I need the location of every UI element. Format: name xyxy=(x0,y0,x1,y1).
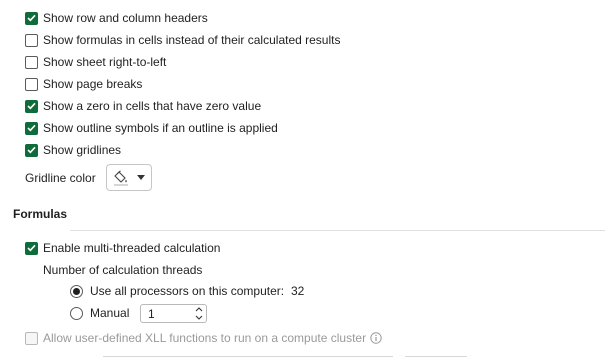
show-zero-label: Show a zero in cells that have zero valu… xyxy=(43,99,262,113)
show-rtl-option[interactable]: Show sheet right-to-left xyxy=(25,53,166,71)
show-formulas-checkbox[interactable] xyxy=(25,33,38,47)
multithreaded-checkbox[interactable] xyxy=(25,241,38,255)
xll-option: Allow user-defined XLL functions to run … xyxy=(25,329,382,347)
show-gridlines-option[interactable]: Show gridlines xyxy=(25,141,121,159)
show-gridlines-label: Show gridlines xyxy=(43,143,122,157)
show-gridlines-checkbox[interactable] xyxy=(25,143,38,157)
show-outline-checkbox[interactable] xyxy=(25,121,38,135)
use-all-processors-radio[interactable] xyxy=(70,284,83,298)
show-zero-checkbox[interactable] xyxy=(25,99,38,113)
gridline-color-label: Gridline color xyxy=(25,171,96,185)
show-headers-checkbox[interactable] xyxy=(25,11,38,25)
show-formulas-option[interactable]: Show formulas in cells instead of their … xyxy=(25,31,340,49)
check-icon xyxy=(27,124,36,132)
use-all-processors-label: Use all processors on this computer: xyxy=(90,284,285,298)
check-icon xyxy=(27,146,36,154)
manual-threads-spinner[interactable]: 1 xyxy=(140,304,207,323)
radio-selected-dot xyxy=(73,287,80,295)
spinner-arrows-icon[interactable] xyxy=(195,306,203,321)
check-icon xyxy=(27,102,36,110)
gridline-color-button[interactable] xyxy=(106,164,152,191)
manual-threads-label: Manual xyxy=(90,306,130,320)
multithreaded-option[interactable]: Enable multi-threaded calculation xyxy=(25,239,220,257)
section-divider xyxy=(70,230,605,231)
manual-threads-option[interactable]: Manual xyxy=(70,304,129,322)
show-page-breaks-label: Show page breaks xyxy=(43,77,143,91)
processor-count: 32 xyxy=(291,284,305,298)
multithreaded-label: Enable multi-threaded calculation xyxy=(43,241,221,255)
chevron-down-icon xyxy=(137,175,145,180)
xll-checkbox xyxy=(25,331,38,345)
show-page-breaks-option[interactable]: Show page breaks xyxy=(25,75,142,93)
partial-input-edge xyxy=(103,356,393,357)
show-headers-option[interactable]: Show row and column headers xyxy=(25,9,208,27)
show-zero-option[interactable]: Show a zero in cells that have zero valu… xyxy=(25,97,261,115)
show-outline-option[interactable]: Show outline symbols if an outline is ap… xyxy=(25,119,278,137)
formulas-section-title: Formulas xyxy=(13,207,68,221)
show-page-breaks-checkbox[interactable] xyxy=(25,77,38,91)
partial-button-edge xyxy=(405,356,467,357)
xll-label: Allow user-defined XLL functions to run … xyxy=(43,331,367,345)
check-icon xyxy=(27,244,36,252)
show-formulas-label: Show formulas in cells instead of their … xyxy=(43,33,341,47)
show-headers-label: Show row and column headers xyxy=(43,11,208,25)
info-icon[interactable] xyxy=(370,332,382,344)
threads-label: Number of calculation threads xyxy=(43,263,203,277)
paint-bucket-icon xyxy=(114,169,128,186)
manual-threads-radio[interactable] xyxy=(70,306,83,320)
use-all-processors-option[interactable]: Use all processors on this computer: xyxy=(70,282,284,300)
manual-threads-value: 1 xyxy=(148,307,155,321)
show-rtl-checkbox[interactable] xyxy=(25,55,38,69)
check-icon xyxy=(27,14,36,22)
show-outline-label: Show outline symbols if an outline is ap… xyxy=(43,121,278,135)
show-rtl-label: Show sheet right-to-left xyxy=(43,55,167,69)
